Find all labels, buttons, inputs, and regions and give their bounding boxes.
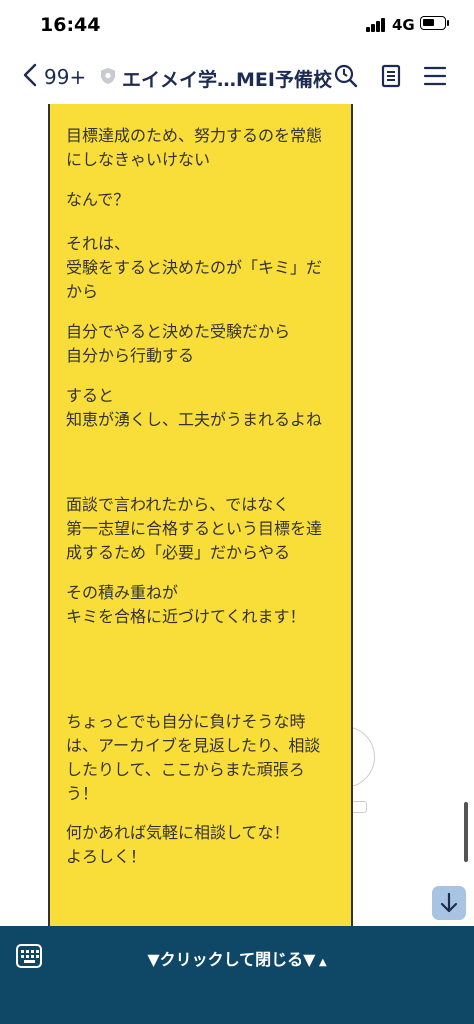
- scroll-down-button[interactable]: [432, 886, 466, 920]
- battery-icon: [420, 16, 446, 30]
- close-menu-button[interactable]: ▼クリックして閉じる▼ ▲: [0, 946, 474, 970]
- message-panel: 目標達成のため、努力するのを常態 にしなきゃいけない なんで？ それは、 受験を…: [48, 104, 353, 926]
- message-paragraph: なんで？: [66, 190, 130, 209]
- caret-up-icon: ▲: [315, 957, 327, 968]
- network-type: 4G: [392, 16, 415, 34]
- scrollbar[interactable]: [464, 802, 468, 862]
- message-paragraph: ちょっとでも自分に負けそうな時 は、アーカイブを見返したり、相談 したりして、こ…: [66, 712, 321, 803]
- chat-header: 99+ エイメイ学…MEI予備校: [0, 46, 474, 104]
- message-paragraph: 自分でやると決めた受験だから 自分から行動する: [66, 322, 291, 365]
- rich-menu-bar: ▼クリックして閉じる▼ ▲: [0, 926, 474, 1024]
- status-time: 16:44: [40, 14, 101, 36]
- status-bar: 16:44 4G: [0, 0, 474, 46]
- message-paragraph: 目標達成のため、努力するのを常態 にしなきゃいけない: [66, 126, 323, 169]
- signal-icon: [366, 18, 388, 32]
- battery-cap: [447, 20, 449, 26]
- chat-area[interactable]: 目標達成のため、努力するのを常態 にしなきゃいけない なんで？ それは、 受験を…: [0, 104, 474, 926]
- message-paragraph: それは、 受験をすると決めたのが「キミ」だ から: [66, 234, 323, 301]
- background-illustration-base: [352, 801, 367, 813]
- message-paragraph: 面談で言われたから、ではなく 第一志望に合格するという目標を達 成するため「必要…: [66, 495, 323, 562]
- close-menu-label: ▼クリックして閉じる▼: [147, 950, 316, 969]
- menu-icon[interactable]: [422, 63, 448, 89]
- back-chevron-icon[interactable]: [20, 62, 42, 88]
- message-paragraph: すると 知恵が湧くし、工夫がうまれるよね: [66, 386, 323, 429]
- notes-icon[interactable]: [378, 63, 404, 89]
- shield-icon: [101, 68, 115, 84]
- message-paragraph: 何かあれば気軽に相談してな！ よろしく！: [66, 823, 290, 866]
- message-paragraph: その積み重ねが キミを合格に近づけてくれます！: [66, 583, 306, 626]
- search-icon[interactable]: [333, 63, 359, 89]
- unread-count[interactable]: 99+: [44, 65, 86, 89]
- chat-title[interactable]: エイメイ学…MEI予備校: [122, 65, 332, 92]
